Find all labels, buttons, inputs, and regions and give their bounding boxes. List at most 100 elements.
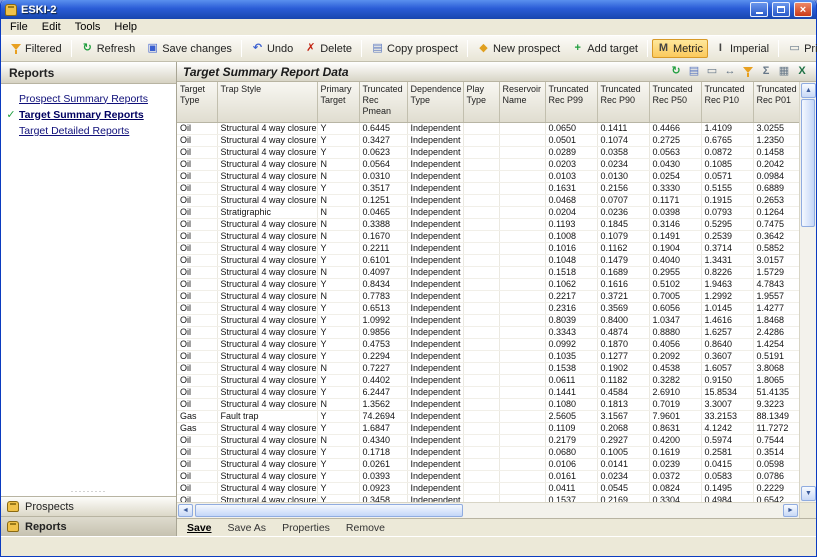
cell[interactable]: 0.0984 [753, 170, 799, 182]
cell[interactable]: 0.0261 [359, 458, 407, 470]
toolbar-metric-button[interactable]: MMetric [652, 39, 708, 58]
cell[interactable]: Independent [407, 266, 463, 278]
cell[interactable]: 0.5295 [701, 218, 753, 230]
cell[interactable]: 0.3514 [753, 446, 799, 458]
cell[interactable] [499, 386, 545, 398]
cell[interactable] [499, 374, 545, 386]
cell[interactable] [463, 386, 499, 398]
cell[interactable]: N [317, 230, 359, 242]
cell[interactable]: 0.4538 [649, 362, 701, 374]
cell[interactable]: Oil [177, 374, 217, 386]
cell[interactable]: Y [317, 326, 359, 338]
cell[interactable]: Y [317, 338, 359, 350]
footer-tab-properties[interactable]: Properties [282, 522, 330, 534]
cell[interactable]: Y [317, 446, 359, 458]
cell[interactable]: Structural 4 way closure [217, 326, 317, 338]
cell[interactable] [463, 206, 499, 218]
cell[interactable]: 0.3388 [359, 218, 407, 230]
cell[interactable]: 0.1016 [545, 242, 597, 254]
cell[interactable]: Gas [177, 422, 217, 434]
cell[interactable] [499, 350, 545, 362]
cell[interactable]: 0.1537 [545, 494, 597, 502]
cell[interactable]: 0.4097 [359, 266, 407, 278]
cell[interactable]: 0.0411 [545, 482, 597, 494]
cell[interactable] [499, 482, 545, 494]
cell[interactable]: 0.7019 [649, 398, 701, 410]
column-header-truncated-rec-p90[interactable]: Truncated Rec P90 [597, 82, 649, 122]
toolbar-refresh-button[interactable]: ↻Refresh [76, 39, 141, 58]
cell[interactable]: Independent [407, 170, 463, 182]
cell[interactable]: 51.4135 [753, 386, 799, 398]
cell[interactable]: Oil [177, 158, 217, 170]
toolbar-new-prospect-button[interactable]: ◆New prospect [472, 39, 565, 58]
cell[interactable]: 1.6257 [701, 326, 753, 338]
cell[interactable]: Structural 4 way closure [217, 446, 317, 458]
cell[interactable] [463, 470, 499, 482]
cell[interactable]: 0.4753 [359, 338, 407, 350]
cell[interactable]: Independent [407, 194, 463, 206]
cell[interactable]: 0.3458 [359, 494, 407, 502]
cell[interactable]: 74.2694 [359, 410, 407, 422]
cell[interactable]: Independent [407, 386, 463, 398]
cell[interactable] [499, 122, 545, 134]
cell[interactable]: Structural 4 way closure [217, 170, 317, 182]
cell[interactable]: Structural 4 way closure [217, 302, 317, 314]
cell[interactable] [463, 374, 499, 386]
cell[interactable]: 0.1845 [597, 218, 649, 230]
cell[interactable]: Oil [177, 146, 217, 158]
cell[interactable]: 0.3304 [649, 494, 701, 502]
cell[interactable]: Structural 4 way closure [217, 458, 317, 470]
cell[interactable]: Structural 4 way closure [217, 230, 317, 242]
cell[interactable]: 15.8534 [701, 386, 753, 398]
cell[interactable]: 0.0680 [545, 446, 597, 458]
cell[interactable]: Oil [177, 218, 217, 230]
toolbar-imperial-button[interactable]: IImperial [709, 39, 774, 58]
cell[interactable]: 33.2153 [701, 410, 753, 422]
scroll-up-button[interactable] [801, 83, 816, 98]
cell[interactable]: Y [317, 134, 359, 146]
cell[interactable]: 0.2316 [545, 302, 597, 314]
cell[interactable]: 88.1349 [753, 410, 799, 422]
cell[interactable] [499, 446, 545, 458]
cell[interactable]: Y [317, 242, 359, 254]
table-row[interactable]: OilStructural 4 way closureY6.2447Indepe… [177, 386, 799, 398]
minimize-button[interactable] [750, 2, 768, 17]
cell[interactable]: Structural 4 way closure [217, 350, 317, 362]
cell[interactable]: Structural 4 way closure [217, 278, 317, 290]
cell[interactable]: 0.6513 [359, 302, 407, 314]
cell[interactable]: 0.3607 [701, 350, 753, 362]
cell[interactable]: 11.7272 [753, 422, 799, 434]
menu-edit[interactable]: Edit [35, 20, 68, 34]
cell[interactable] [463, 122, 499, 134]
cell[interactable]: Oil [177, 470, 217, 482]
vertical-scroll-track[interactable] [800, 227, 816, 485]
cell[interactable]: 3.8068 [753, 362, 799, 374]
cell[interactable]: 0.3721 [597, 290, 649, 302]
cell[interactable]: 2.5605 [545, 410, 597, 422]
cell[interactable]: 3.1567 [597, 410, 649, 422]
toolbar-save-changes-button[interactable]: ▣Save changes [141, 39, 237, 58]
cell[interactable]: 0.0239 [649, 458, 701, 470]
cell[interactable]: Structural 4 way closure [217, 182, 317, 194]
cell[interactable]: 0.1870 [597, 338, 649, 350]
cell[interactable]: 0.1079 [597, 230, 649, 242]
cell[interactable]: Structural 4 way closure [217, 434, 317, 446]
cell[interactable]: 0.4466 [649, 122, 701, 134]
cell[interactable]: Oil [177, 302, 217, 314]
cell[interactable]: 0.2927 [597, 434, 649, 446]
cell[interactable]: 1.4109 [701, 122, 753, 134]
cell[interactable]: 0.8434 [359, 278, 407, 290]
table-row[interactable]: OilStructural 4 way closureN0.1670Indepe… [177, 230, 799, 242]
cell[interactable] [463, 134, 499, 146]
cell[interactable]: Oil [177, 350, 217, 362]
cell[interactable]: 0.2581 [701, 446, 753, 458]
cell[interactable]: 0.2156 [597, 182, 649, 194]
cell[interactable]: 0.7783 [359, 290, 407, 302]
cell[interactable]: 0.1277 [597, 350, 649, 362]
cell[interactable]: 0.4340 [359, 434, 407, 446]
cell[interactable]: Independent [407, 434, 463, 446]
cell[interactable]: 0.5191 [753, 350, 799, 362]
cell[interactable]: 0.2294 [359, 350, 407, 362]
table-row[interactable]: OilStructural 4 way closureN1.3562Indepe… [177, 398, 799, 410]
cell[interactable]: 0.1062 [545, 278, 597, 290]
